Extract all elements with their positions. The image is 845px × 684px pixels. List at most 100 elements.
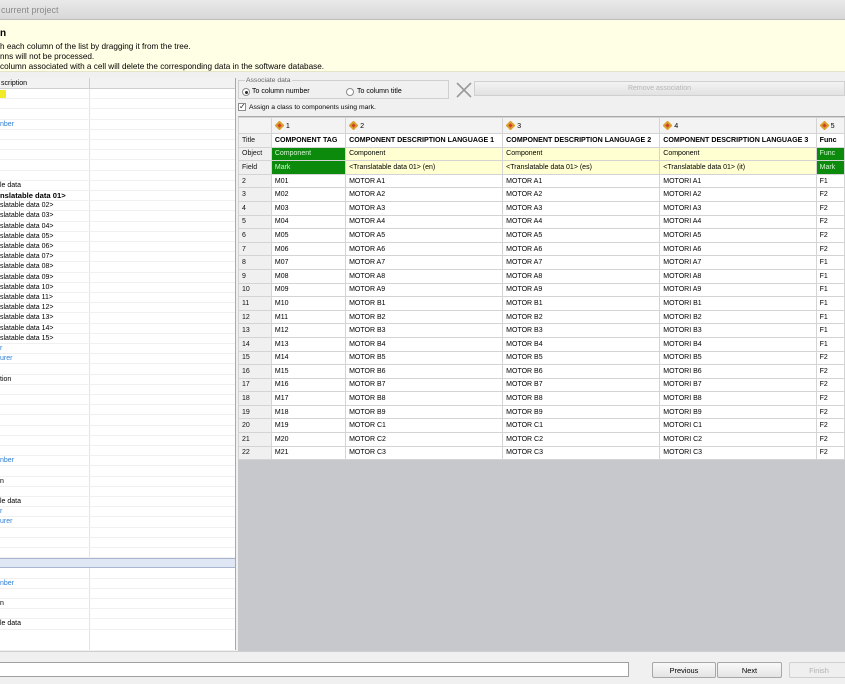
table-row[interactable]: 16 M15 MOTOR B6 MOTOR B6 MOTORI B6 F2 [238,364,845,379]
table-cell[interactable]: F1 [815,296,845,311]
tree-row[interactable] [0,395,235,406]
table-cell[interactable]: MOTOR A2 [502,187,661,202]
field-cell[interactable]: <Translatable data 01> (it) [659,160,817,175]
table-cell[interactable]: M14 [270,350,347,366]
tree-row[interactable]: nslatable data 01> [0,191,235,202]
table-cell[interactable]: F2 [815,241,845,257]
table-row[interactable]: 20 M19 MOTOR C1 MOTOR C1 MOTORI C1 F2 [238,418,845,434]
table-cell[interactable]: MOTOR B4 [502,336,661,352]
table-cell[interactable]: MOTORI C2 [659,432,817,447]
tree-row[interactable] [0,415,235,426]
table-row[interactable]: 5 M04 MOTOR A4 MOTOR A4 MOTORI A4 F2 [238,214,845,230]
title-cell[interactable]: COMPONENT DESCRIPTION LANGUAGE 1 [345,133,504,148]
tree-row[interactable] [0,109,235,120]
tree-row[interactable] [0,609,235,620]
table-cell[interactable]: MOTOR A5 [502,228,661,243]
table-cell[interactable]: MOTORI A7 [659,255,817,270]
table-cell[interactable]: MOTOR B6 [345,364,504,379]
table-cell[interactable]: F2 [815,418,845,434]
assign-class-label[interactable]: Assign a class to components using mark. [249,104,376,111]
tree-row[interactable] [0,150,235,161]
table-row[interactable]: 4 M03 MOTOR A3 MOTOR A3 MOTORI A3 F2 [238,200,845,216]
table-cell[interactable]: MOTOR B9 [345,404,504,420]
table-cell[interactable]: F2 [815,228,845,243]
table-cell[interactable]: MOTORI A4 [659,214,817,230]
object-cell[interactable]: Component [345,146,504,162]
table-cell[interactable]: MOTORI B1 [659,296,817,311]
table-cell[interactable]: MOTORI A3 [659,200,817,216]
tree-row[interactable] [0,548,235,559]
table-cell[interactable]: M04 [270,214,347,230]
table-cell[interactable]: F2 [815,187,845,202]
table-row[interactable]: 10 M09 MOTOR A9 MOTOR A9 MOTORI A9 F1 [238,282,845,298]
table-cell[interactable]: M15 [270,364,347,379]
radio-label-column-title[interactable]: To column title [357,88,402,96]
table-cell[interactable]: MOTOR C2 [502,432,661,447]
title-cell[interactable]: Func [815,133,845,148]
table-cell[interactable]: MOTOR A7 [502,255,661,270]
tree-row[interactable]: r [0,344,235,355]
table-cell[interactable]: MOTOR B8 [345,391,504,406]
tree-row[interactable] [0,171,235,181]
table-row[interactable]: 15 M14 MOTOR B5 MOTOR B5 MOTORI B5 F2 [238,350,845,366]
tree-row[interactable]: r [0,507,235,518]
table-row[interactable]: 17 M16 MOTOR B7 MOTOR B7 MOTORI B7 F2 [238,377,845,393]
table-cell[interactable]: MOTORI B7 [659,377,817,393]
table-cell[interactable]: MOTOR C1 [345,418,504,434]
radio-to-column-number[interactable] [242,88,250,96]
table-cell[interactable]: MOTOR A6 [345,241,504,257]
table-row[interactable]: 8 M07 MOTOR A7 MOTOR A7 MOTORI A7 F1 [238,255,845,270]
table-cell[interactable]: M09 [270,282,347,298]
tree-row[interactable]: le data [0,619,235,630]
object-cell[interactable]: Func [815,146,845,162]
table-cell[interactable]: MOTORI A2 [659,187,817,202]
table-row[interactable]: 11 M10 MOTOR B1 MOTOR B1 MOTORI B1 F1 [238,296,845,311]
table-cell[interactable]: F1 [815,255,845,270]
tree-row[interactable] [0,130,235,140]
table-cell[interactable]: M03 [270,200,347,216]
table-cell[interactable]: MOTORI B2 [659,309,817,325]
table-cell[interactable]: F1 [815,268,845,284]
table-cell[interactable]: MOTOR B9 [502,404,661,420]
table-cell[interactable]: MOTORI A9 [659,282,817,298]
table-cell[interactable]: MOTORI A5 [659,228,817,243]
finish-button[interactable]: Finish [789,662,845,678]
table-cell[interactable]: M17 [270,391,347,406]
table-cell[interactable]: M10 [270,296,347,311]
table-cell[interactable]: MOTOR C1 [502,418,661,434]
radio-to-column-title[interactable] [346,88,354,96]
table-cell[interactable]: MOTOR C2 [345,432,504,447]
table-cell[interactable]: MOTORI B8 [659,391,817,406]
tree-row[interactable]: slatable data 08> [0,262,235,273]
tree-row[interactable]: urer [0,354,235,365]
tree-row[interactable] [0,385,235,395]
tree-row[interactable]: slatable data 09> [0,273,235,283]
object-cell[interactable]: Component [270,146,347,162]
import-grid-area[interactable]: 1 2 3 4 5 Title COMPONENT TAG COMPONENT DESCRIP… [238,116,845,651]
table-cell[interactable]: MOTOR A9 [502,282,661,298]
table-cell[interactable]: MOTORI B5 [659,350,817,366]
table-cell[interactable]: MOTOR A4 [345,214,504,230]
data-tree-panel[interactable]: scription nber le data nslatable data 01> s… [0,78,236,650]
column-header[interactable]: 3 [502,117,661,134]
field-cell[interactable]: <Translatable data 01> (en) [345,160,504,175]
title-cell[interactable]: COMPONENT DESCRIPTION LANGUAGE 3 [659,133,817,148]
table-cell[interactable]: M16 [270,377,347,393]
tree-row[interactable] [0,446,235,457]
field-cell[interactable]: <Translatable data 01> (es) [502,160,661,175]
title-cell[interactable]: COMPONENT DESCRIPTION LANGUAGE 2 [502,133,661,148]
tree-row[interactable]: tion [0,375,235,385]
tree-header-description[interactable]: scription [0,78,90,89]
table-cell[interactable]: MOTOR B3 [345,323,504,338]
table-cell[interactable]: MOTOR A8 [345,268,504,284]
tree-row[interactable]: le data [0,497,235,508]
tree-row[interactable] [0,487,235,497]
table-cell[interactable]: MOTOR C3 [502,445,661,461]
table-cell[interactable]: M02 [270,187,347,202]
table-row[interactable]: 19 M18 MOTOR B9 MOTOR B9 MOTORI B9 F2 [238,404,845,420]
table-cell[interactable]: M07 [270,255,347,270]
table-row[interactable]: 14 M13 MOTOR B4 MOTOR B4 MOTORI B4 F1 [238,336,845,352]
tree-row[interactable]: n [0,477,235,487]
table-cell[interactable]: M01 [270,173,347,189]
table-cell[interactable]: MOTORI A1 [659,173,817,189]
